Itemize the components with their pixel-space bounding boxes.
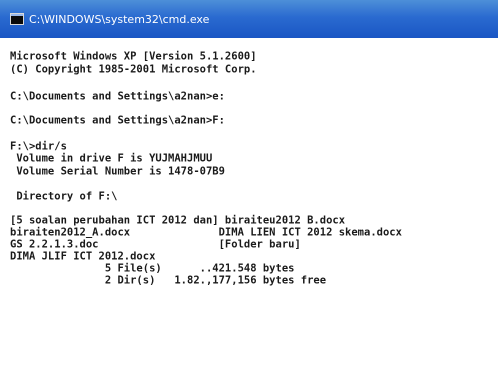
console-line: (C) Copyright 1985-2001 Microsoft Corp. [10, 63, 257, 76]
console-output[interactable]: Microsoft Windows XP [Version 5.1.2600] … [0, 38, 498, 381]
window-title: C:\WINDOWS\system32\cmd.exe [29, 12, 210, 26]
console-icon [10, 13, 24, 25]
console-line: Microsoft Windows XP [Version 5.1.2600] [10, 50, 257, 63]
title-bar[interactable]: C:\WINDOWS\system32\cmd.exe [0, 0, 498, 38]
console-line: Directory of F:\ [10, 190, 118, 203]
console-line: Volume in drive F is YUJMAHJMUU [10, 152, 213, 165]
console-line: 2 Dir(s) 1.82.,177,156 bytes free [10, 274, 327, 287]
console-line: Volume Serial Number is 1478-07B9 [10, 165, 225, 178]
console-line: C:\Documents and Settings\a2nan>e: [10, 90, 225, 103]
cmd-window: C:\WINDOWS\system32\cmd.exe Microsoft Wi… [0, 0, 498, 381]
console-line: C:\Documents and Settings\a2nan>F: [10, 114, 225, 127]
